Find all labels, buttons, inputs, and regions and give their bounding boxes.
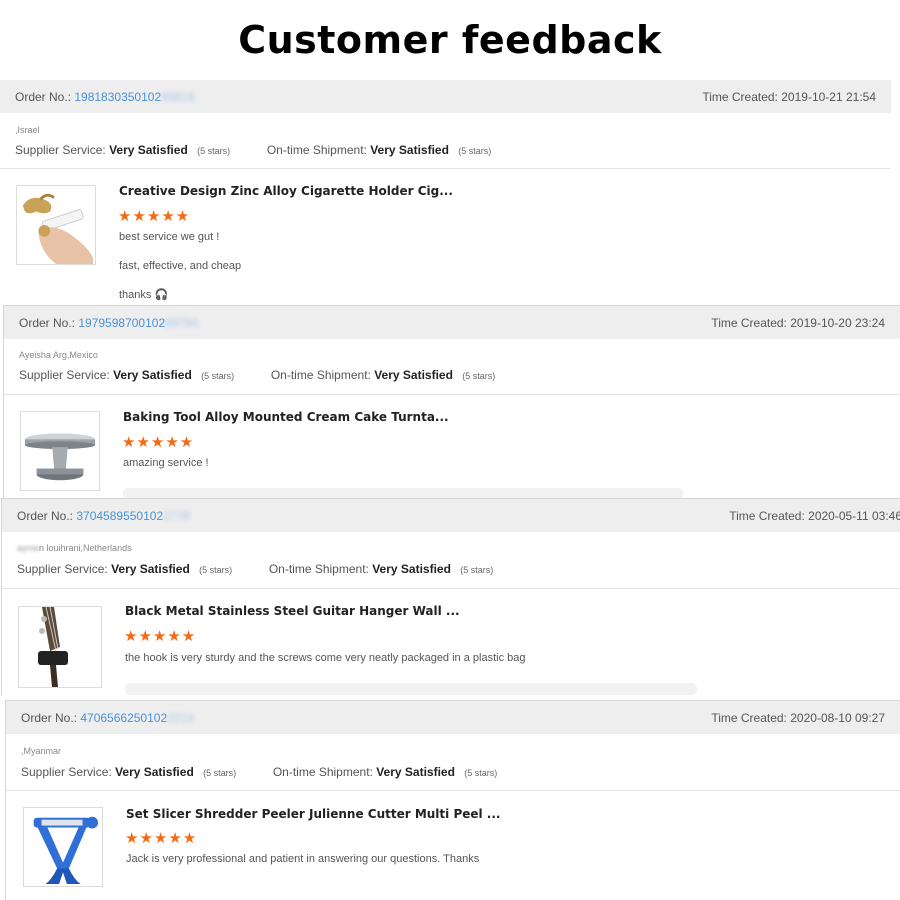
buyer-masked: ayme	[17, 543, 40, 553]
order-number: Order No.: 198183035010269818	[15, 90, 195, 104]
order-header: Order No.: 197959870010269794 Time Creat…	[4, 306, 900, 339]
time-value: 2019-10-21 21:54	[781, 90, 876, 104]
buyer-name: Ayeisha Arg,Mexico	[19, 350, 98, 360]
order-number-masked: 69794	[165, 316, 199, 330]
shipment-stars: (5 stars)	[462, 371, 496, 381]
shipment-value: Very Satisfied	[372, 562, 451, 576]
order-number-masked: 69818	[161, 90, 195, 104]
order-number-link[interactable]: 1979598700102	[78, 316, 165, 330]
time-value: 2019-10-20 23:24	[790, 316, 885, 330]
order-number-link[interactable]: 4706566250102	[80, 711, 167, 725]
order-label: Order No.:	[17, 509, 74, 523]
review-text-line: amazing service !	[123, 457, 209, 469]
review-text-line: fast, effective, and cheap	[119, 260, 242, 272]
star-rating: ★★★★★	[122, 434, 195, 451]
shipment-value: Very Satisfied	[376, 765, 455, 779]
shipment-stars: (5 stars)	[460, 565, 494, 575]
divider	[6, 790, 900, 791]
buyer-name-text: ,Myanmar	[21, 746, 62, 756]
review-text-line: best service we gut !	[119, 231, 220, 243]
buyer-name-text: n louihrani,Netherlands	[39, 543, 132, 553]
page-title: Customer feedback	[238, 18, 662, 62]
review-card: Order No.: 197959870010269794 Time Creat…	[3, 305, 900, 498]
review-text-line: thanks 🎧	[119, 289, 169, 301]
order-number-masked: 2214	[167, 711, 194, 725]
peeler-product-image[interactable]	[23, 807, 103, 887]
supplier-service-label: Supplier Service:	[17, 562, 108, 576]
time-label: Time Created:	[729, 509, 805, 523]
order-number: Order No.: 197959870010269794	[19, 316, 199, 330]
product-title[interactable]: Black Metal Stainless Steel Guitar Hange…	[125, 604, 460, 618]
supplier-service-stars: (5 stars)	[201, 371, 235, 381]
buyer-name: ,Myanmar	[21, 746, 61, 756]
seller-ratings: Supplier Service: Very Satisfied (5 star…	[21, 765, 497, 779]
buyer-name: ,Israel	[15, 125, 40, 135]
star-rating: ★★★★★	[124, 628, 197, 645]
review-card: Order No.: 37045895501022778 Time Create…	[1, 498, 900, 695]
seller-ratings: Supplier Service: Very Satisfied (5 star…	[19, 368, 495, 382]
time-label: Time Created:	[702, 90, 778, 104]
shipment-label: On-time Shipment:	[272, 765, 373, 779]
supplier-service-stars: (5 stars)	[203, 768, 237, 778]
divider	[0, 168, 891, 169]
review-photos-strip	[125, 683, 697, 695]
time-created: Time Created: 2019-10-20 23:24	[711, 316, 885, 330]
seller-ratings: Supplier Service: Very Satisfied (5 star…	[15, 143, 491, 157]
order-number: Order No.: 47065662501022214	[21, 711, 194, 725]
order-header: Order No.: 198183035010269818 Time Creat…	[0, 80, 891, 113]
cigarette-holder-product-image[interactable]	[16, 185, 96, 265]
supplier-service-stars: (5 stars)	[197, 146, 231, 156]
review-text-line: the hook is very sturdy and the screws c…	[125, 652, 526, 664]
supplier-service-value: Very Satisfied	[109, 143, 188, 157]
review-text-line: Jack is very professional and patient in…	[126, 853, 480, 865]
order-number: Order No.: 37045895501022778	[17, 509, 190, 523]
order-label: Order No.:	[19, 316, 76, 330]
order-header: Order No.: 37045895501022778 Time Create…	[2, 499, 900, 532]
supplier-service-label: Supplier Service:	[15, 143, 106, 157]
order-header: Order No.: 47065662501022214 Time Create…	[6, 701, 900, 734]
shipment-value: Very Satisfied	[370, 143, 449, 157]
shipment-label: On-time Shipment:	[266, 143, 367, 157]
time-created: Time Created: 2020-05-11 03:46	[729, 509, 900, 523]
supplier-service-label: Supplier Service:	[19, 368, 110, 382]
order-number-link[interactable]: 3704589550102	[76, 509, 163, 523]
shipment-stars: (5 stars)	[458, 146, 492, 156]
time-value: 2020-08-10 09:27	[790, 711, 885, 725]
shipment-value: Very Satisfied	[374, 368, 453, 382]
divider	[2, 588, 900, 589]
buyer-name-text: ,Israel	[15, 125, 40, 135]
supplier-service-stars: (5 stars)	[199, 565, 233, 575]
product-title[interactable]: Creative Design Zinc Alloy Cigarette Hol…	[119, 184, 453, 198]
shipment-stars: (5 stars)	[464, 768, 498, 778]
order-number-masked: 2778	[163, 509, 190, 523]
order-label: Order No.:	[15, 90, 72, 104]
time-label: Time Created:	[711, 711, 787, 725]
guitar-hanger-product-image[interactable]	[18, 606, 102, 688]
shipment-label: On-time Shipment:	[268, 562, 369, 576]
product-title[interactable]: Baking Tool Alloy Mounted Cream Cake Tur…	[123, 410, 449, 424]
time-value: 2020-05-11 03:46	[808, 509, 900, 523]
product-title[interactable]: Set Slicer Shredder Peeler Julienne Cutt…	[126, 807, 500, 821]
supplier-service-value: Very Satisfied	[111, 562, 190, 576]
star-rating: ★★★★★	[118, 208, 191, 225]
review-card: Order No.: 47065662501022214 Time Create…	[5, 700, 900, 900]
supplier-service-label: Supplier Service:	[21, 765, 112, 779]
review-photos-strip	[123, 488, 683, 498]
shipment-label: On-time Shipment:	[270, 368, 371, 382]
buyer-name: aymen louihrani,Netherlands	[17, 543, 132, 553]
review-card: Order No.: 198183035010269818 Time Creat…	[0, 80, 891, 305]
buyer-name-text: Ayeisha Arg,Mexico	[19, 350, 98, 360]
supplier-service-value: Very Satisfied	[115, 765, 194, 779]
time-created: Time Created: 2019-10-21 21:54	[702, 90, 876, 104]
order-label: Order No.:	[21, 711, 78, 725]
time-created: Time Created: 2020-08-10 09:27	[711, 711, 885, 725]
divider	[4, 394, 900, 395]
order-number-link[interactable]: 1981830350102	[74, 90, 161, 104]
time-label: Time Created:	[711, 316, 787, 330]
supplier-service-value: Very Satisfied	[113, 368, 192, 382]
cake-turntable-product-image[interactable]	[20, 411, 100, 491]
seller-ratings: Supplier Service: Very Satisfied (5 star…	[17, 562, 493, 576]
star-rating: ★★★★★	[125, 830, 198, 847]
